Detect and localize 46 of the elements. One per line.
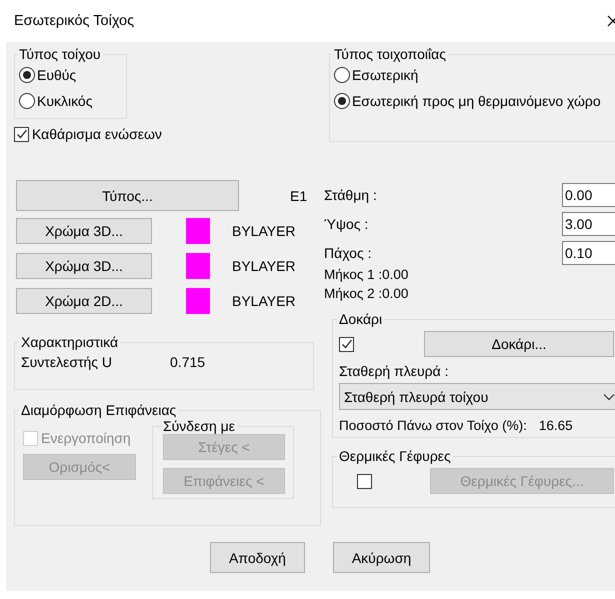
group-title: Τύπος τοίχου xyxy=(18,46,102,62)
color-value: BYLAYER xyxy=(232,293,296,309)
type-button[interactable]: Τύπος... xyxy=(16,180,239,211)
window-title: Εσωτερικός Τοίχος xyxy=(14,13,134,29)
checkbox[interactable] xyxy=(14,126,29,142)
u-value-label: Συντελεστής U xyxy=(21,354,112,370)
radio-button[interactable] xyxy=(334,67,350,83)
group-title: Τύπος τοιχοποιΐας xyxy=(332,46,447,62)
color-button[interactable]: Χρώμα 2D... xyxy=(16,288,152,314)
color-value: BYLAYER xyxy=(232,258,296,274)
field-label: Ύψος : xyxy=(324,216,368,232)
length-text: Μήκος 2 :0.00 xyxy=(324,286,410,303)
u-value: 0.715 xyxy=(170,354,206,370)
radio-button[interactable] xyxy=(19,93,35,109)
fixed-side-dropdown[interactable]: Σταθερή πλευρά τοίχου xyxy=(339,383,615,410)
radio-label[interactable]: Εσωτερική xyxy=(352,67,418,83)
radio-label[interactable]: Κυκλικός xyxy=(37,93,92,109)
beam-button[interactable]: Δοκάρι... xyxy=(424,331,614,357)
input-field[interactable]: 0.00 xyxy=(562,182,615,206)
group-title: Δοκάρι xyxy=(338,311,384,327)
radio-button[interactable] xyxy=(334,93,350,109)
checkbox[interactable] xyxy=(357,474,372,488)
field-label: Πάχος : xyxy=(324,244,372,260)
field-label: Στάθμη : xyxy=(324,186,377,202)
checkbox-label[interactable]: Καθάρισμα ενώσεων xyxy=(32,126,162,142)
length-text: Μήκος 1 :0.00 xyxy=(324,267,410,284)
color-value: BYLAYER xyxy=(232,223,296,239)
input-field[interactable]: 3.00 xyxy=(562,212,615,236)
radio-label[interactable]: Ευθύς xyxy=(37,67,76,83)
group-title: Διαμόρφωση Επιφάνειας xyxy=(20,402,178,418)
input-field[interactable]: 0.10 xyxy=(562,240,615,264)
checkbox[interactable] xyxy=(339,336,354,352)
group-title: Σύνδεση με xyxy=(162,418,236,434)
dialog-button[interactable]: Αποδοχή xyxy=(210,542,305,573)
radio-button[interactable] xyxy=(19,67,35,83)
dialog-button[interactable]: Ακύρωση xyxy=(333,542,430,573)
group-title: Θερμικές Γέφυρες xyxy=(338,448,452,464)
group-title: Χαρακτηριστικά xyxy=(20,334,120,350)
percent-value: 16.65 xyxy=(538,418,573,433)
type-value: E1 xyxy=(290,188,308,204)
percent-label: Ποσοστό Πάνω στον Τοίχο (%): xyxy=(339,418,527,433)
color-button[interactable]: Χρώμα 3D... xyxy=(16,253,152,279)
radio-label[interactable]: Εσωτερική προς μη θερμαινόμενο χώρο xyxy=(352,93,601,109)
chevron-down-icon xyxy=(603,392,615,400)
fixed-side-label: Σταθερή πλευρά : xyxy=(339,363,450,379)
color-button[interactable]: Χρώμα 3D... xyxy=(16,218,152,244)
